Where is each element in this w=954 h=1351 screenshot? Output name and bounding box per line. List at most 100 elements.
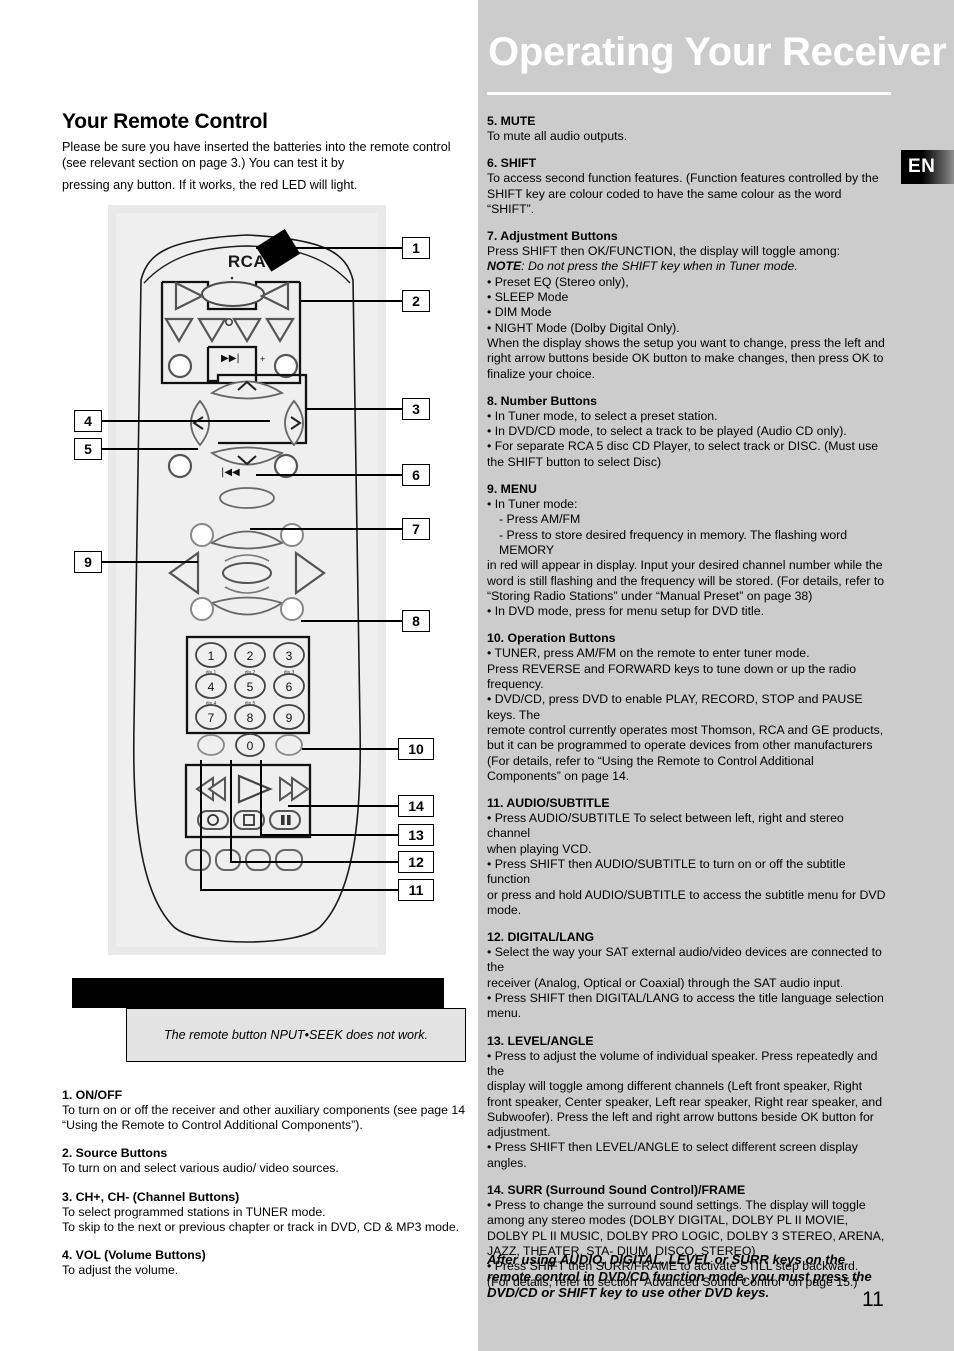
- section-shift: 6. SHIFT To access second function featu…: [487, 156, 887, 217]
- section-level-angle: 13. LEVEL/ANGLE • Press to adjust the vo…: [487, 1034, 887, 1171]
- leader-line-4: [102, 420, 270, 422]
- section-level-line-4: adjustment.: [487, 1125, 551, 1140]
- remote-diagram-frame: RCA ▶▶| + |◀◀ 1 dis 1 2 dis 2 3 dis 3 4 …: [108, 205, 386, 955]
- section-mute: 5. MUTE To mute all audio outputs.: [487, 114, 887, 144]
- section-on-off-line1: To turn on or off the receiver and other…: [62, 1103, 466, 1117]
- section-number-buttons-heading: 8. Number Buttons: [487, 393, 597, 408]
- section-source-buttons-body: To turn on and select various audio/ vid…: [62, 1161, 470, 1176]
- leader-line-3: [306, 408, 402, 410]
- leader-line-9: [102, 561, 198, 563]
- section-audio-line-4: mode.: [487, 902, 522, 917]
- section-menu-line-1: - Press AM/FM: [499, 512, 581, 527]
- svg-text:4: 4: [208, 680, 215, 694]
- left-numbered-sections: 1. ON/OFF To turn on or off the receiver…: [62, 1088, 470, 1291]
- callout-3: 3: [402, 398, 430, 420]
- svg-text:8: 8: [247, 711, 254, 725]
- remote-control-illustration: RCA ▶▶| + |◀◀ 1 dis 1 2 dis 2 3 dis 3 4 …: [132, 234, 362, 943]
- section-adjustment-note-label: NOTE: [487, 259, 522, 274]
- section-audio-subtitle-body: • Press AUDIO/SUBTITLE To select between…: [487, 811, 887, 918]
- section-menu-line-2: - Press to store desired frequency in me…: [499, 527, 848, 557]
- section-number-line-0: • In Tuner mode, to select a preset stat…: [487, 408, 718, 423]
- leader-line-8: [301, 620, 402, 622]
- section-on-off-line2: “Using the Remote to Control Additional …: [62, 1118, 363, 1133]
- leader-line-12v: [230, 760, 232, 861]
- language-badge: EN: [901, 150, 954, 184]
- section-heading-your-remote-control: Your Remote Control: [62, 110, 268, 133]
- section-menu-line-4: word is still flashing and the frequency…: [487, 573, 885, 588]
- closing-note-line1: After using AUDIO, DIGITAL, LEVEL or SUR…: [487, 1252, 846, 1267]
- section-digital-line-2: • Press SHIFT then DIGITAL/LANG to acces…: [487, 991, 884, 1006]
- section-level-angle-body: • Press to adjust the volume of individu…: [487, 1049, 887, 1171]
- intro-line-1: Please be sure you have inserted the bat…: [62, 140, 410, 154]
- callout-2: 2: [402, 290, 430, 312]
- section-operation-line-6: on page 14.: [564, 768, 630, 783]
- section-level-angle-heading: 13. LEVEL/ANGLE: [487, 1033, 594, 1048]
- section-on-off-body: To turn on or off the receiver and other…: [62, 1103, 470, 1133]
- page-header: Operating Your Receiver: [478, 0, 954, 100]
- section-volume-buttons-heading: 4. VOL (Volume Buttons): [62, 1248, 206, 1263]
- page-title: Operating Your Receiver: [488, 30, 947, 74]
- section-audio-line-3: or press and hold AUDIO/SUBTITLE to acce…: [487, 887, 886, 902]
- section-shift-line-0: To access second function features. (Fun…: [487, 171, 879, 186]
- section-audio-line-0: • Press AUDIO/SUBTITLE To select between…: [487, 811, 844, 841]
- callout-6: 6: [402, 464, 430, 486]
- svg-text:1: 1: [208, 649, 215, 663]
- callout-4: 4: [74, 410, 102, 432]
- note-black-bar: [72, 978, 444, 1008]
- callout-11: 11: [398, 879, 434, 901]
- section-adjustment-line-3: • SLEEP Mode: [487, 290, 569, 305]
- section-source-buttons-heading: 2. Source Buttons: [62, 1146, 168, 1161]
- closing-note: After using AUDIO, DIGITAL, LEVEL or SUR…: [487, 1252, 887, 1302]
- section-shift-body: To access second function features. (Fun…: [487, 171, 887, 217]
- leader-line-2: [301, 300, 402, 302]
- callout-1: 1: [402, 237, 430, 259]
- section-adjustment-line-7: right arrow buttons beside OK button to …: [487, 351, 884, 366]
- svg-text:0: 0: [247, 739, 254, 753]
- section-operation-line-1: Press REVERSE and FORWARD keys to tune d…: [487, 661, 857, 692]
- callout-8: 8: [402, 610, 430, 632]
- section-channel-buttons: 3. CH+, CH- (Channel Buttons) To select …: [62, 1190, 470, 1235]
- leader-line-13v: [260, 760, 262, 834]
- section-operation-buttons: 10. Operation Buttons • TUNER, press AM/…: [487, 631, 887, 784]
- section-mute-body: To mute all audio outputs.: [487, 129, 887, 144]
- section-adjustment-line-6: When the display shows the setup you wan…: [487, 335, 885, 350]
- section-operation-buttons-heading: 10. Operation Buttons: [487, 631, 616, 646]
- section-level-line-5: • Press SHIFT then LEVEL/ANGLE to select…: [487, 1140, 858, 1170]
- section-adjustment-buttons-heading: 7. Adjustment Buttons: [487, 229, 618, 244]
- section-source-buttons-line1: To turn on and select various audio/ vid…: [62, 1161, 339, 1176]
- intro-paragraph: Please be sure you have inserted the bat…: [62, 140, 466, 194]
- section-surr-frame-heading: 14. SURR (Surround Sound Control)/FRAME: [487, 1183, 746, 1198]
- section-shift-line-1: SHIFT key are colour coded to have the s…: [487, 186, 842, 216]
- section-menu-body: • In Tuner mode: - Press AM/FM - Press t…: [487, 497, 887, 619]
- section-on-off: 1. ON/OFF To turn on or off the receiver…: [62, 1088, 470, 1133]
- section-level-line-2: speaker, Center speaker, Left rear speak…: [515, 1094, 883, 1109]
- leader-line-5: [102, 448, 198, 450]
- svg-text:5: 5: [247, 680, 254, 694]
- leader-line-11v: [200, 760, 202, 889]
- section-source-buttons: 2. Source Buttons To turn on and select …: [62, 1146, 470, 1176]
- section-adjustment-buttons: 7. Adjustment Buttons Press SHIFT then O…: [487, 229, 887, 382]
- callout-13: 13: [398, 824, 434, 846]
- section-operation-line-2: • DVD/CD, press DVD to enable PLAY, RECO…: [487, 692, 863, 722]
- svg-text:|◀◀: |◀◀: [221, 467, 240, 478]
- section-operation-buttons-body: • TUNER, press AM/FM on the remote to en…: [487, 646, 887, 784]
- section-adjustment-note-rest: : Do not press the SHIFT key when in Tun…: [521, 259, 798, 274]
- section-menu: 9. MENU • In Tuner mode: - Press AM/FM -…: [487, 482, 887, 619]
- section-digital-line-3: menu.: [487, 1006, 522, 1021]
- section-mute-heading: 5. MUTE: [487, 114, 536, 128]
- section-adjustment-line-5: • NIGHT Mode (Dolby Digital Only).: [487, 320, 680, 335]
- section-channel-buttons-body: To select programmed stations in TUNER m…: [62, 1205, 470, 1235]
- section-volume-buttons: 4. VOL (Volume Buttons) To adjust the vo…: [62, 1248, 470, 1278]
- section-operation-line-5: (For details, refer to “Using the Remote…: [487, 753, 814, 783]
- leader-line-7: [250, 528, 402, 530]
- section-operation-line-3: remote control currently operates most T…: [487, 722, 884, 737]
- title-underline-rule: [487, 92, 891, 95]
- page-number: 11: [862, 1288, 884, 1311]
- left-column-intro: Your Remote Control Please be sure you h…: [62, 110, 466, 194]
- section-number-line-3: SHIFT button to select Disc): [507, 454, 662, 469]
- leader-line-6: [256, 474, 402, 476]
- section-menu-line-3: in red will appear in display. Input you…: [487, 558, 883, 573]
- section-menu-heading: 9. MENU: [487, 482, 537, 497]
- section-number-line-1: • In DVD/CD mode, to select a track to b…: [487, 424, 847, 439]
- section-digital-lang: 12. DIGITAL/LANG • Select the way your S…: [487, 930, 887, 1021]
